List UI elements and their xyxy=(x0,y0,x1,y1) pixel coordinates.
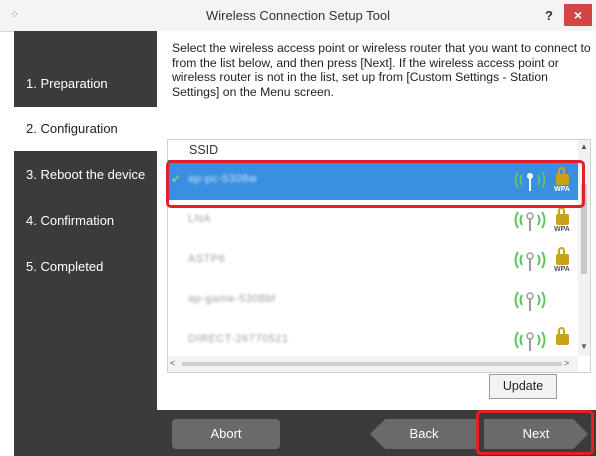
close-button[interactable]: × xyxy=(564,4,592,26)
back-button[interactable]: Back xyxy=(370,419,478,449)
sidebar-step-reboot: 3. Reboot the device xyxy=(26,167,146,182)
window-title: Wireless Connection Setup Tool xyxy=(205,8,391,23)
main-panel: Select the wireless access point or wire… xyxy=(157,31,596,456)
security-label: WPA xyxy=(554,226,570,233)
sidebar-step-preparation: 1. Preparation xyxy=(26,76,108,91)
help-button[interactable]: ? xyxy=(538,0,560,31)
next-highlight-frame xyxy=(476,410,594,455)
security-label: WPA xyxy=(554,266,570,273)
signal-antenna-icon xyxy=(514,251,546,271)
ssid-name: ASTP6 xyxy=(188,253,226,265)
title-bar: ⁘ Wireless Connection Setup Tool ? × xyxy=(0,0,596,32)
sidebar-step-configuration: 2. Configuration xyxy=(14,107,157,151)
ssid-row[interactable]: ASTP6 WPA xyxy=(168,240,578,280)
sidebar-step-completed: 5. Completed xyxy=(26,259,104,274)
scroll-down-icon[interactable]: ▼ xyxy=(578,340,590,354)
ssid-row[interactable]: DIRECT-26770521 xyxy=(168,320,578,360)
h-scroll-thumb[interactable] xyxy=(182,362,562,366)
scroll-right-icon[interactable]: > xyxy=(564,358,569,368)
lock-icon: WPA xyxy=(553,245,575,275)
ssid-name: LNA xyxy=(188,213,211,225)
ssid-header-label: SSID xyxy=(189,143,219,157)
update-button[interactable]: Update xyxy=(489,374,557,399)
signal-antenna-icon xyxy=(514,331,546,351)
horizontal-scrollbar[interactable]: < > xyxy=(168,356,578,372)
signal-antenna-icon xyxy=(514,211,546,231)
scroll-left-icon[interactable]: < xyxy=(170,358,175,368)
ssid-row[interactable]: ap-game-5308bf xyxy=(168,280,578,320)
abort-button[interactable]: Abort xyxy=(172,419,280,449)
lock-icon xyxy=(553,325,575,355)
sidebar-step-confirmation: 4. Confirmation xyxy=(26,213,115,228)
instructions-text: Select the wireless access point or wire… xyxy=(172,41,591,99)
ssid-name: DIRECT-26770521 xyxy=(188,333,289,345)
sidebar: 1. Preparation 2. Configuration 3. Reboo… xyxy=(14,31,157,456)
ssid-column-header[interactable]: SSID xyxy=(168,140,578,160)
selection-highlight-frame xyxy=(166,160,585,208)
signal-antenna-icon xyxy=(514,291,546,311)
lock-icon: WPA xyxy=(553,205,575,235)
ssid-name: ap-game-5308bf xyxy=(188,293,276,305)
scroll-up-icon[interactable]: ▲ xyxy=(578,140,590,154)
